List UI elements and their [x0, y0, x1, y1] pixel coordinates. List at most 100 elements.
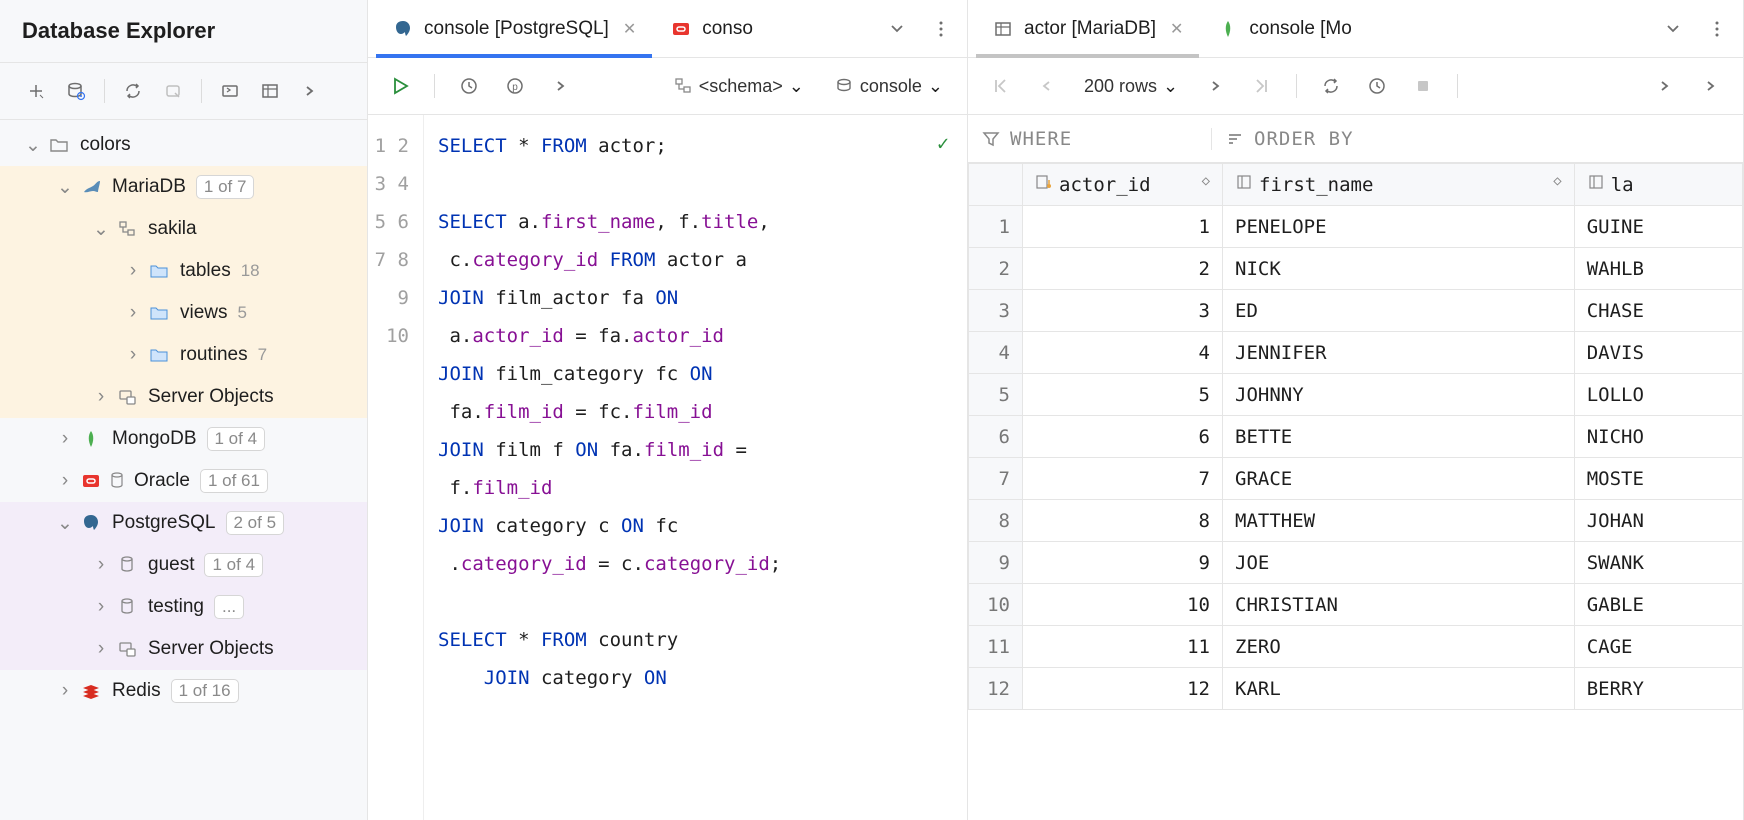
cell-first-name[interactable]: JOE — [1223, 542, 1575, 584]
stop-button[interactable] — [155, 73, 191, 109]
tree-item-server-objects[interactable]: › Server Objects — [0, 376, 367, 418]
tree-item-mariadb[interactable]: ⌄ MariaDB 1 of 7 — [0, 166, 367, 208]
tabs-dropdown-button[interactable] — [1655, 11, 1691, 47]
tabs-dropdown-button[interactable] — [879, 11, 915, 47]
tree-item-redis[interactable]: › Redis 1 of 16 — [0, 670, 367, 712]
cell-first-name[interactable]: MATTHEW — [1223, 500, 1575, 542]
table-row[interactable]: 1212KARLBERRY — [969, 668, 1743, 710]
cell-last-name[interactable]: BERRY — [1574, 668, 1742, 710]
next-button[interactable] — [543, 68, 579, 104]
last-page-button[interactable] — [1244, 68, 1280, 104]
console-selector[interactable]: console ⌄ — [824, 76, 953, 97]
tree-item-routines[interactable]: › routines 7 — [0, 334, 367, 376]
first-page-button[interactable] — [982, 68, 1018, 104]
cell-actor-id[interactable]: 8 — [1023, 500, 1223, 542]
table-row[interactable]: 77GRACEMOSTE — [969, 458, 1743, 500]
cell-first-name[interactable]: GRACE — [1223, 458, 1575, 500]
editor-code[interactable]: SELECT * FROM actor; SELECT a.first_name… — [424, 115, 967, 820]
cell-first-name[interactable]: ZERO — [1223, 626, 1575, 668]
cell-last-name[interactable]: GUINE — [1574, 206, 1742, 248]
cell-last-name[interactable]: NICHO — [1574, 416, 1742, 458]
tree-item-guest[interactable]: › guest 1 of 4 — [0, 544, 367, 586]
cell-actor-id[interactable]: 6 — [1023, 416, 1223, 458]
explain-plan-button[interactable]: p — [497, 68, 533, 104]
run-button[interactable] — [382, 68, 418, 104]
cell-first-name[interactable]: CHRISTIAN — [1223, 584, 1575, 626]
tree-item-colors[interactable]: ⌄ colors — [0, 124, 367, 166]
table-view-button[interactable] — [252, 73, 288, 109]
cell-first-name[interactable]: NICK — [1223, 248, 1575, 290]
tab-actor-mariadb[interactable]: actor [MariaDB] ✕ — [976, 0, 1199, 58]
tab-console-postgresql[interactable]: console [PostgreSQL] ✕ — [376, 0, 652, 58]
history-button[interactable] — [451, 68, 487, 104]
cell-first-name[interactable]: JENNIFER — [1223, 332, 1575, 374]
close-tab-button[interactable]: ✕ — [623, 19, 636, 39]
cell-last-name[interactable]: CAGE — [1574, 626, 1742, 668]
tree-item-tables[interactable]: › tables 18 — [0, 250, 367, 292]
tab-console-mongodb[interactable]: console [Mo — [1201, 0, 1367, 58]
tree-item-postgresql[interactable]: ⌄ PostgreSQL 2 of 5 — [0, 502, 367, 544]
cell-actor-id[interactable]: 7 — [1023, 458, 1223, 500]
cell-first-name[interactable]: JOHNNY — [1223, 374, 1575, 416]
stop-button[interactable] — [1405, 68, 1441, 104]
cell-actor-id[interactable]: 10 — [1023, 584, 1223, 626]
tab-console-oracle[interactable]: conso — [654, 0, 769, 58]
cell-last-name[interactable]: LOLLO — [1574, 374, 1742, 416]
rows-selector[interactable]: 200 rows ⌄ — [1074, 76, 1188, 97]
cell-last-name[interactable]: SWANK — [1574, 542, 1742, 584]
prev-page-button[interactable] — [1028, 68, 1064, 104]
schema-selector[interactable]: <schema> ⌄ — [663, 76, 814, 97]
cell-actor-id[interactable]: 12 — [1023, 668, 1223, 710]
table-row[interactable]: 22NICKWAHLB — [969, 248, 1743, 290]
more-button[interactable] — [292, 73, 328, 109]
column-header-first-name[interactable]: first_name◇ — [1223, 164, 1575, 206]
table-row[interactable]: 1010CHRISTIANGABLE — [969, 584, 1743, 626]
cell-last-name[interactable]: JOHAN — [1574, 500, 1742, 542]
tree-item-oracle[interactable]: › Oracle 1 of 61 — [0, 460, 367, 502]
cell-first-name[interactable]: ED — [1223, 290, 1575, 332]
cell-actor-id[interactable]: 3 — [1023, 290, 1223, 332]
tree-item-sakila[interactable]: ⌄ sakila — [0, 208, 367, 250]
sql-editor[interactable]: 1 2 3 4 5 6 7 8 9 10 SELECT * FROM actor… — [368, 115, 967, 820]
cell-actor-id[interactable]: 9 — [1023, 542, 1223, 584]
cell-actor-id[interactable]: 5 — [1023, 374, 1223, 416]
cell-first-name[interactable]: BETTE — [1223, 416, 1575, 458]
close-tab-button[interactable]: ✕ — [1170, 19, 1183, 39]
tree-item-server-objects[interactable]: › Server Objects — [0, 628, 367, 670]
cell-last-name[interactable]: DAVIS — [1574, 332, 1742, 374]
add-datasource-button[interactable] — [18, 73, 54, 109]
cell-actor-id[interactable]: 1 — [1023, 206, 1223, 248]
history-button[interactable] — [1359, 68, 1395, 104]
cell-actor-id[interactable]: 11 — [1023, 626, 1223, 668]
next-button[interactable] — [1647, 68, 1683, 104]
cell-first-name[interactable]: KARL — [1223, 668, 1575, 710]
cell-last-name[interactable]: CHASE — [1574, 290, 1742, 332]
cell-last-name[interactable]: WAHLB — [1574, 248, 1742, 290]
table-row[interactable]: 44JENNIFERDAVIS — [969, 332, 1743, 374]
tree-item-mongodb[interactable]: › MongoDB 1 of 4 — [0, 418, 367, 460]
reload-button[interactable] — [1313, 68, 1349, 104]
tabs-more-button[interactable] — [923, 11, 959, 47]
refresh-button[interactable] — [115, 73, 151, 109]
table-row[interactable]: 66BETTENICHO — [969, 416, 1743, 458]
table-row[interactable]: 88MATTHEWJOHAN — [969, 500, 1743, 542]
more-button[interactable] — [1693, 68, 1729, 104]
orderby-filter[interactable]: ORDER BY — [1212, 128, 1368, 150]
cell-last-name[interactable]: GABLE — [1574, 584, 1742, 626]
tree-item-testing[interactable]: › testing ... — [0, 586, 367, 628]
tree-item-views[interactable]: › views 5 — [0, 292, 367, 334]
where-filter[interactable]: WHERE — [968, 128, 1212, 150]
table-row[interactable]: 99JOESWANK — [969, 542, 1743, 584]
cell-actor-id[interactable]: 4 — [1023, 332, 1223, 374]
table-row[interactable]: 33EDCHASE — [969, 290, 1743, 332]
table-row[interactable]: 1111ZEROCAGE — [969, 626, 1743, 668]
cell-actor-id[interactable]: 2 — [1023, 248, 1223, 290]
jump-to-console-button[interactable] — [212, 73, 248, 109]
column-header-last-name[interactable]: la — [1574, 164, 1742, 206]
cell-last-name[interactable]: MOSTE — [1574, 458, 1742, 500]
table-row[interactable]: 55JOHNNYLOLLO — [969, 374, 1743, 416]
datasource-properties-button[interactable] — [58, 73, 94, 109]
cell-first-name[interactable]: PENELOPE — [1223, 206, 1575, 248]
tabs-more-button[interactable] — [1699, 11, 1735, 47]
column-header-actor-id[interactable]: actor_id◇ — [1023, 164, 1223, 206]
